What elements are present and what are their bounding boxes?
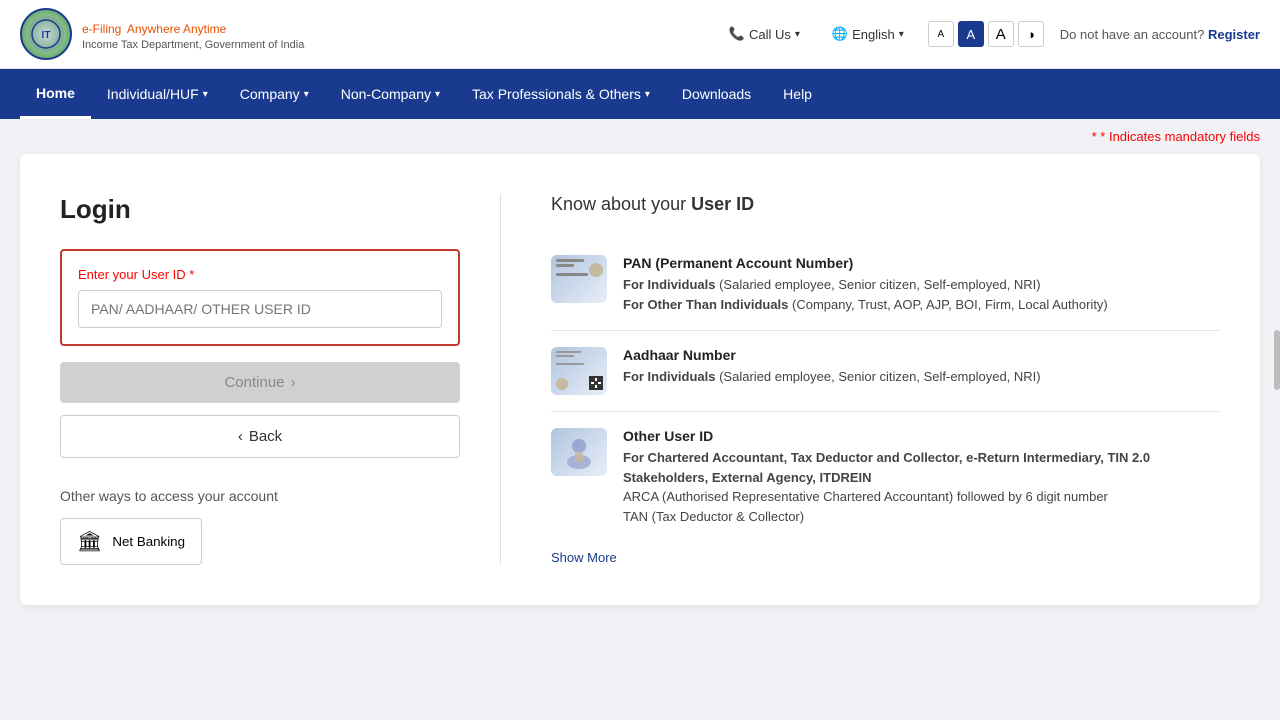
chevron-down-icon: ▾: [795, 29, 800, 40]
top-bar: IT e-Filing Anywhere Anytime Income Tax …: [0, 0, 1280, 69]
other-id-info-text: Other User ID For Chartered Accountant, …: [623, 428, 1220, 526]
call-us-button[interactable]: 📞 Call Us ▾: [721, 22, 808, 46]
nav-item-home[interactable]: Home: [20, 69, 91, 119]
info-panel: Know about your User ID PAN (Permanent A…: [541, 194, 1220, 565]
logo-tagline: Anywhere Anytime: [127, 22, 226, 36]
info-panel-title: Know about your User ID: [551, 194, 1220, 215]
logo-text: e-Filing Anywhere Anytime Income Tax Dep…: [82, 15, 304, 52]
aadhaar-heading: Aadhaar Number: [623, 347, 1041, 363]
show-more-link[interactable]: Show More: [551, 550, 1220, 565]
user-id-label: Enter your User ID *: [78, 267, 442, 282]
logo-efiling: e-Filing Anywhere Anytime: [82, 15, 304, 39]
login-title: Login: [60, 194, 460, 225]
other-ways-section: Other ways to access your account 🏛 Net …: [60, 488, 460, 565]
nav-item-noncompany[interactable]: Non-Company ▾: [325, 69, 456, 119]
no-account-text: Do not have an account? Register: [1060, 27, 1260, 42]
aadhaar-icon: [551, 347, 607, 395]
user-id-box: Enter your User ID *: [60, 249, 460, 346]
bank-icon: 🏛: [77, 529, 102, 554]
main-content: * * Indicates mandatory fields Login Ent…: [0, 119, 1280, 625]
panel-divider: [500, 194, 501, 565]
aadhaar-desc: For Individuals (Salaried employee, Seni…: [623, 367, 1041, 387]
font-medium-button[interactable]: A: [958, 21, 984, 47]
back-button[interactable]: ‹ Back: [60, 415, 460, 458]
font-large-button[interactable]: A: [988, 21, 1014, 47]
mandatory-star: *: [1092, 129, 1097, 144]
pan-info-text: PAN (Permanent Account Number) For Indiv…: [623, 255, 1108, 314]
other-id-info-item: Other User ID For Chartered Accountant, …: [551, 412, 1220, 542]
login-card: Login Enter your User ID * Continue › ‹ …: [20, 154, 1260, 605]
chevron-down-icon: ▾: [435, 89, 440, 100]
chevron-right-icon: ›: [291, 374, 296, 391]
login-panel: Login Enter your User ID * Continue › ‹ …: [60, 194, 460, 565]
continue-button[interactable]: Continue ›: [60, 362, 460, 403]
font-small-button[interactable]: A: [928, 21, 954, 47]
required-star: *: [189, 267, 194, 282]
chevron-left-icon: ‹: [238, 428, 243, 445]
nav-item-downloads[interactable]: Downloads: [666, 69, 767, 119]
aadhaar-info-text: Aadhaar Number For Individuals (Salaried…: [623, 347, 1041, 387]
chevron-down-icon: ▾: [645, 89, 650, 100]
nav-item-help[interactable]: Help: [767, 69, 828, 119]
language-button[interactable]: 🌐 English ▾: [824, 22, 912, 46]
phone-icon: 📞: [729, 26, 745, 42]
nav-bar: Home Individual/HUF ▾ Company ▾ Non-Comp…: [0, 69, 1280, 119]
nav-item-tax-professionals[interactable]: Tax Professionals & Others ▾: [456, 69, 666, 119]
scrollbar: [1274, 330, 1280, 390]
pan-icon: [551, 255, 607, 303]
user-id-input[interactable]: [78, 290, 442, 328]
top-bar-right: 📞 Call Us ▾ 🌐 English ▾ A A A ◑ Do not h…: [721, 21, 1260, 47]
register-link[interactable]: Register: [1208, 27, 1260, 42]
logo-emblem: IT: [20, 8, 72, 60]
mandatory-note: * * Indicates mandatory fields: [20, 129, 1260, 144]
globe-icon: 🌐: [832, 26, 848, 42]
other-id-icon: [551, 428, 607, 476]
other-id-desc: For Chartered Accountant, Tax Deductor a…: [623, 448, 1220, 526]
pan-heading: PAN (Permanent Account Number): [623, 255, 1108, 271]
nav-item-individual[interactable]: Individual/HUF ▾: [91, 69, 224, 119]
logo-area: IT e-Filing Anywhere Anytime Income Tax …: [20, 8, 304, 60]
nav-item-company[interactable]: Company ▾: [224, 69, 325, 119]
svg-text:IT: IT: [42, 30, 51, 41]
chevron-down-icon: ▾: [304, 89, 309, 100]
net-banking-button[interactable]: 🏛 Net Banking: [60, 518, 202, 565]
font-controls: A A A ◑: [928, 21, 1044, 47]
aadhaar-info-item: Aadhaar Number For Individuals (Salaried…: [551, 331, 1220, 412]
other-ways-title: Other ways to access your account: [60, 488, 460, 504]
logo-subtitle: Income Tax Department, Government of Ind…: [82, 39, 304, 52]
chevron-down-icon: ▾: [899, 29, 904, 40]
contrast-button[interactable]: ◑: [1018, 21, 1044, 47]
pan-info-item: PAN (Permanent Account Number) For Indiv…: [551, 239, 1220, 331]
other-id-heading: Other User ID: [623, 428, 1220, 444]
pan-desc: For Individuals (Salaried employee, Seni…: [623, 275, 1108, 314]
chevron-down-icon: ▾: [203, 89, 208, 100]
